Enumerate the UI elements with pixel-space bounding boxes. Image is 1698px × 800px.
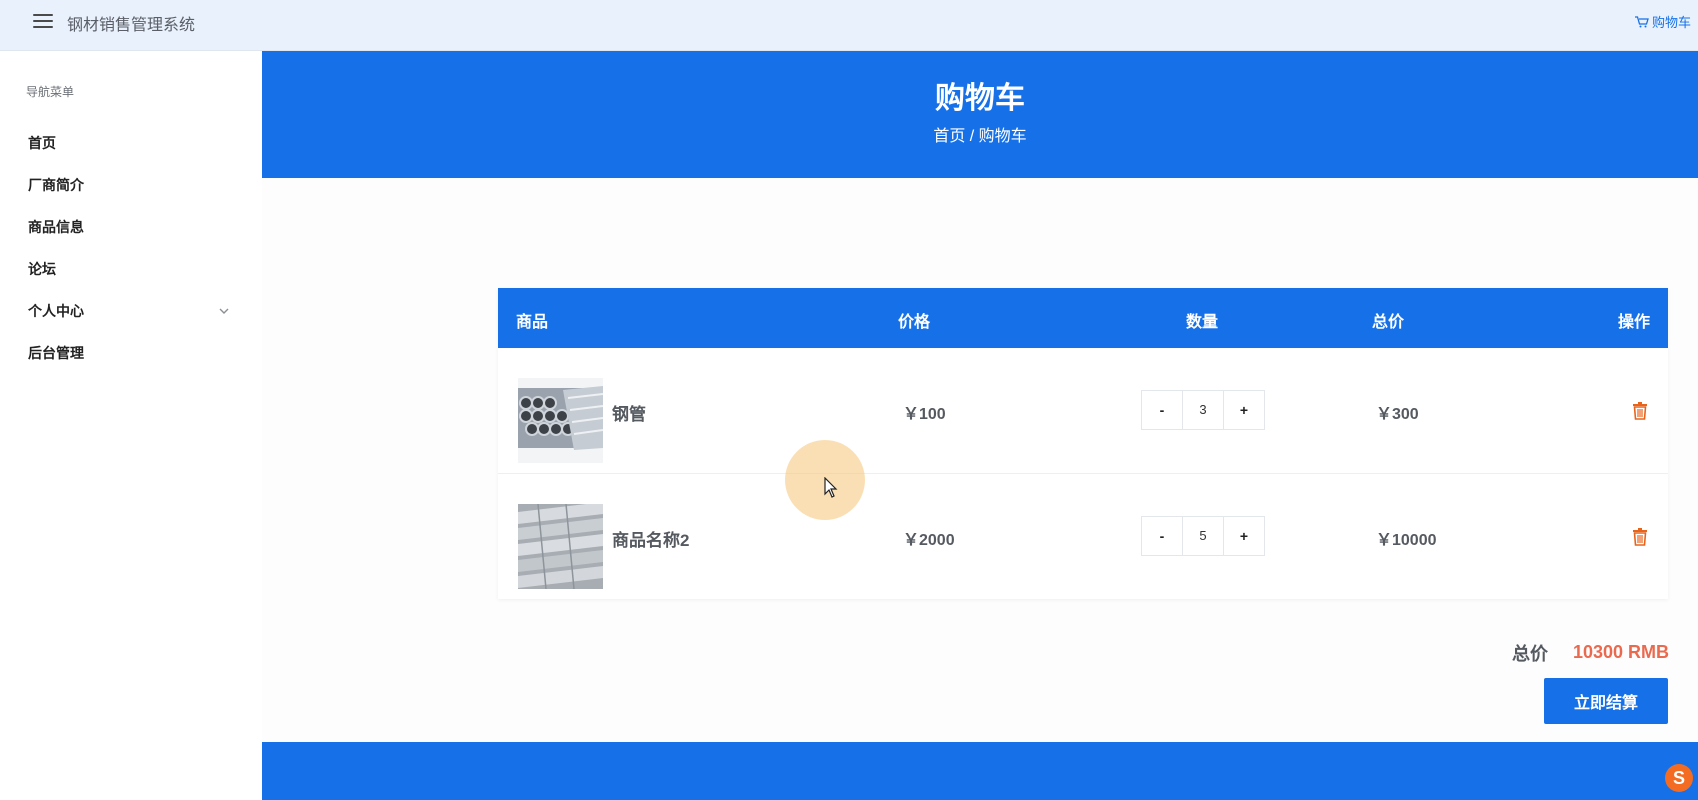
table-row: 钢管 ￥100 - 3 + ￥300 [498, 348, 1668, 474]
checkout-button[interactable]: 立即结算 [1544, 678, 1668, 724]
increase-quantity-button[interactable]: + [1224, 391, 1264, 429]
sidebar-item-label: 首页 [28, 135, 56, 151]
quantity-value[interactable]: 5 [1182, 517, 1224, 555]
chevron-down-icon [219, 308, 229, 314]
menu-toggle-icon[interactable] [33, 14, 53, 30]
breadcrumb-separator: / [965, 128, 979, 145]
sidebar-item-home[interactable]: 首页 [0, 123, 262, 163]
sidebar-item-personal-center[interactable]: 个人中心 [0, 291, 262, 331]
sidebar-item-label: 商品信息 [28, 219, 84, 235]
page-banner: 购物车 首页 / 购物车 [262, 51, 1698, 178]
footer [262, 742, 1698, 800]
sidebar-item-label: 论坛 [28, 261, 56, 277]
sidebar-item-vendor[interactable]: 厂商简介 [0, 165, 262, 205]
trash-icon[interactable] [1632, 402, 1648, 420]
breadcrumb: 首页 / 购物车 [262, 122, 1698, 146]
column-header-price: 价格 [898, 314, 931, 331]
row-subtotal: ￥300 [1376, 406, 1419, 423]
total-label: 总价 [1512, 644, 1548, 664]
sidebar-item-admin[interactable]: 后台管理 [0, 333, 262, 373]
nav-caption: 导航菜单 [26, 85, 75, 99]
header-cart-label: 购物车 [1651, 15, 1691, 30]
sidebar-item-label: 后台管理 [28, 345, 84, 361]
sidebar-item-products[interactable]: 商品信息 [0, 207, 262, 247]
input-method-icon: S [1665, 764, 1693, 792]
top-bar: 钢材销售管理系统 购物车 [0, 0, 1698, 51]
decrease-quantity-button[interactable]: - [1142, 391, 1182, 429]
decrease-quantity-button[interactable]: - [1142, 517, 1182, 555]
breadcrumb-current: 购物车 [978, 128, 1027, 145]
unit-price: ￥2000 [903, 532, 955, 549]
unit-price: ￥100 [903, 406, 946, 423]
quantity-value[interactable]: 3 [1182, 391, 1224, 429]
product-name: 商品名称2 [612, 531, 690, 550]
increase-quantity-button[interactable]: + [1224, 517, 1264, 555]
sidebar-item-forum[interactable]: 论坛 [0, 249, 262, 289]
column-header-total: 总价 [1372, 314, 1405, 331]
sidebar-item-label: 个人中心 [28, 303, 84, 319]
breadcrumb-home-link[interactable]: 首页 [933, 128, 965, 145]
product-image[interactable] [518, 504, 603, 589]
app-title: 钢材销售管理系统 [67, 17, 196, 34]
column-header-product: 商品 [516, 314, 549, 331]
total-value: 10300 RMB [1573, 642, 1670, 662]
product-image[interactable] [518, 378, 603, 463]
table-row: 商品名称2 ￥2000 - 5 + ￥10000 [498, 474, 1668, 600]
cart-icon [1634, 15, 1649, 27]
sidebar: 导航菜单 首页 厂商简介 商品信息 论坛 个人中心 后台管理 [0, 51, 262, 800]
trash-icon[interactable] [1632, 528, 1648, 546]
row-subtotal: ￥10000 [1376, 532, 1437, 549]
quantity-stepper: - 3 + [1141, 390, 1265, 430]
cart-table: 商品 价格 数量 总价 操作 钢管 ￥100 - 3 + ￥300 商品名称2 … [498, 288, 1668, 599]
header-cart-link[interactable]: 购物车 [1634, 12, 1691, 31]
page-title: 购物车 [935, 82, 1025, 115]
table-header: 商品 价格 数量 总价 操作 [498, 288, 1668, 348]
column-header-quantity: 数量 [1186, 314, 1219, 331]
quantity-stepper: - 5 + [1141, 516, 1265, 556]
mouse-pointer-icon [824, 477, 838, 498]
column-header-action: 操作 [1618, 314, 1651, 331]
product-name: 钢管 [612, 405, 646, 424]
sidebar-item-label: 厂商简介 [28, 177, 84, 193]
